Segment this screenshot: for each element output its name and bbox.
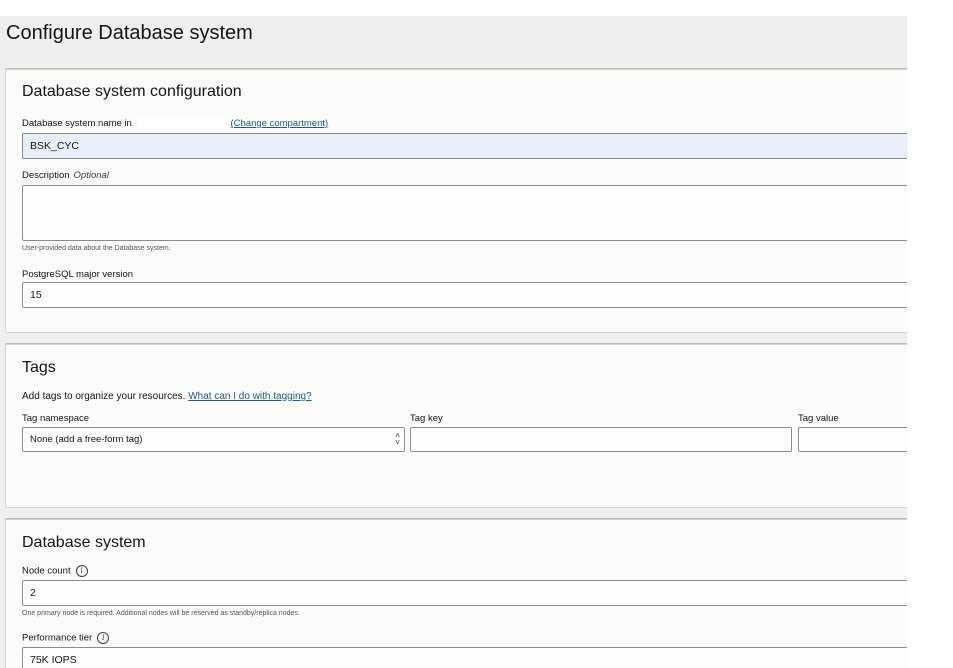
description-textarea[interactable] bbox=[22, 185, 907, 241]
page-title: Configure Database system bbox=[6, 22, 253, 44]
node-count-label: Node count bbox=[22, 565, 71, 577]
performance-tier-label-row: Performance tier i bbox=[22, 632, 110, 644]
name-label: Database system name in bbox=[22, 118, 132, 129]
database-config-panel: Database system configuration Database s… bbox=[5, 69, 907, 333]
database-system-panel: Database system Node count i 2 One primar… bbox=[5, 519, 907, 668]
tagging-help-link[interactable]: What can I do with tagging? bbox=[188, 391, 311, 402]
optional-tag: Optional bbox=[73, 170, 109, 181]
tags-panel: Tags Add tags to organize your resources… bbox=[5, 344, 907, 508]
section-title-config: Database system configuration bbox=[22, 83, 242, 100]
tag-value-label: Tag value bbox=[798, 413, 839, 424]
name-label-row: Database system name in (Change compartm… bbox=[22, 118, 328, 129]
section-title-tags: Tags bbox=[22, 359, 56, 376]
chevron-up-down-icon: ˄ ˅ bbox=[395, 431, 400, 447]
tag-key-input[interactable] bbox=[410, 427, 792, 452]
description-label-row: Description Optional bbox=[22, 170, 109, 181]
version-label: PostgreSQL major version bbox=[22, 269, 134, 280]
tag-value-input[interactable] bbox=[798, 427, 907, 452]
redacted-compartment bbox=[137, 118, 224, 129]
performance-tier-select[interactable]: 75K IOPS bbox=[22, 647, 907, 668]
tags-intro: Add tags to organize your resources. bbox=[22, 391, 186, 402]
node-count-input[interactable]: 2 bbox=[22, 580, 907, 606]
node-count-label-row: Node count i bbox=[22, 565, 88, 577]
info-icon[interactable]: i bbox=[75, 565, 88, 577]
performance-tier-label: Performance tier bbox=[22, 632, 93, 644]
tag-namespace-value: None (add a free-form tag) bbox=[30, 434, 143, 445]
description-label: Description bbox=[22, 170, 70, 181]
tag-namespace-select[interactable]: None (add a free-form tag) ˄ ˅ bbox=[22, 427, 405, 452]
database-name-input[interactable]: BSK_CYC bbox=[22, 133, 907, 159]
postgresql-version-input[interactable]: 15 bbox=[22, 282, 907, 308]
tag-namespace-label: Tag namespace bbox=[22, 413, 90, 424]
change-compartment-link[interactable]: (Change compartment) bbox=[230, 118, 328, 129]
description-help: User-provided data about the Database sy… bbox=[22, 245, 171, 252]
page-content: Configure Database system Database syste… bbox=[0, 16, 907, 668]
section-title-dbsystem: Database system bbox=[22, 534, 146, 551]
tags-intro-row: Add tags to organize your resources. Wha… bbox=[22, 391, 312, 402]
tag-key-label: Tag key bbox=[410, 413, 443, 424]
info-icon[interactable]: i bbox=[97, 632, 110, 644]
node-count-help: One primary node is required. Additional… bbox=[22, 610, 300, 617]
